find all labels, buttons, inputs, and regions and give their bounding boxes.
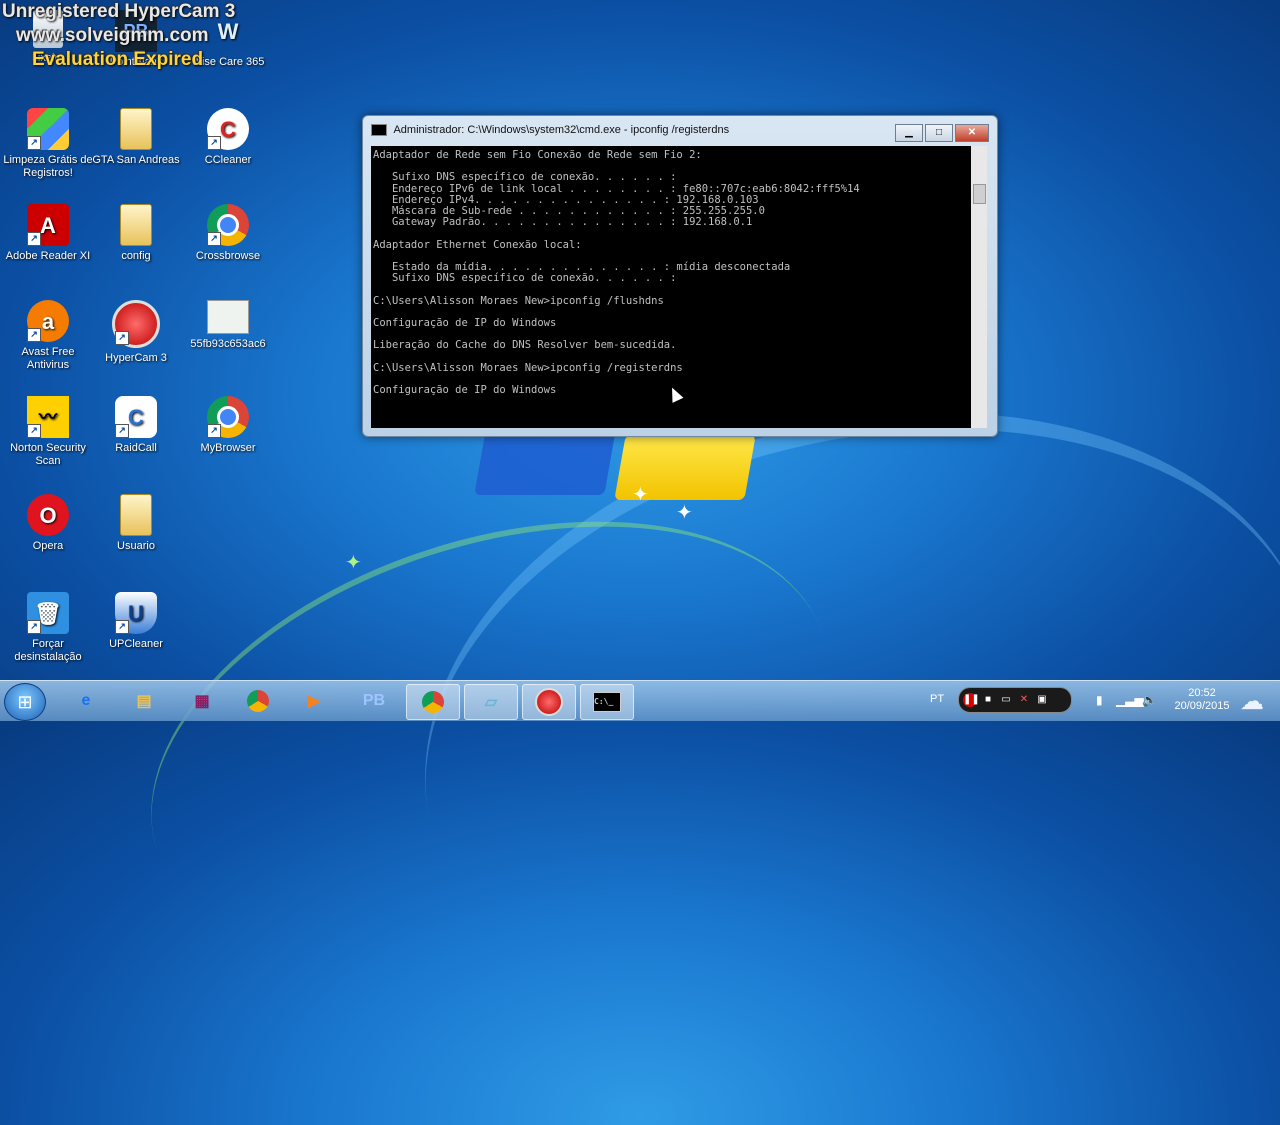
language-indicator[interactable]: PT [930, 693, 944, 705]
clock[interactable]: 20:52 20/09/2015 [1172, 687, 1232, 713]
close-button[interactable]: ✕ [955, 124, 989, 142]
windows-logo-wallpaper [474, 430, 760, 510]
sparkle-icon: ✦ [632, 484, 649, 506]
opera-icon: O [27, 494, 69, 536]
sparkle-icon: ✦ [345, 552, 362, 574]
camera-icon[interactable]: ▣ [1035, 693, 1049, 707]
media-player-icon[interactable]: ▶ [288, 684, 340, 718]
raidcall-icon: C ↗ [115, 396, 157, 438]
desktop-icon-usuario[interactable]: Usuario [88, 494, 184, 553]
maximize-button[interactable]: □ [925, 124, 953, 142]
screen-icon[interactable]: ▭ [999, 693, 1013, 707]
watermark-line2: www.solveigmm.com [16, 25, 209, 46]
desktop-icon-hypercam[interactable]: ↗ HyperCam 3 [88, 300, 184, 365]
desktop-icon-label: Adobe Reader XI [5, 250, 91, 262]
cmd-window[interactable]: Administrador: C:\Windows\system32\cmd.e… [362, 115, 998, 437]
desktop-icon-label: HyperCam 3 [105, 352, 167, 364]
signal-icon[interactable]: ▁▃▅ [1116, 693, 1144, 707]
folder-icon [120, 204, 152, 246]
taskbar: ⊞ e ▤ ▦ ▶ PB ▱ C:\_ PT ❚❚ ■ ▭ ✕ ▣ ▮ ▁▃▅ … [0, 680, 1280, 721]
close-icon[interactable]: ✕ [1017, 693, 1031, 707]
registry-cleaner-icon: ↗ [27, 108, 69, 150]
windows-start-icon[interactable]: ⊞ [4, 683, 46, 721]
cmd-titlebar[interactable]: Administrador: C:\Windows\system32\cmd.e… [371, 124, 730, 137]
notepad-icon[interactable]: ▱ [464, 684, 518, 720]
volume-icon[interactable]: 🔈 [1142, 693, 1157, 707]
cmd-window-icon [371, 124, 387, 137]
desktop-icon-forcar[interactable]: 🗑 ↗ Forçar desinstalação [0, 592, 96, 664]
minimize-button[interactable]: ▁ [895, 124, 923, 142]
cmd-icon[interactable]: C:\_ [580, 684, 634, 720]
winrar-icon[interactable]: ▦ [176, 684, 228, 718]
desktop-icon-label: Opera [32, 540, 64, 552]
desktop-icon-label: Avast Free Antivirus [21, 346, 75, 371]
desktop-icon-ccleaner[interactable]: C ↗ CCleaner [180, 108, 276, 167]
desktop-icon-label: 55fb93c653ac6 [190, 338, 266, 350]
desktop-icon-opera[interactable]: O Opera [0, 494, 96, 553]
desktop-icon-adobe[interactable]: A ↗ Adobe Reader XI [0, 204, 96, 263]
desktop-icon-image-file[interactable]: 55fb93c653ac6 [180, 300, 276, 351]
console-scrollbar[interactable] [971, 146, 987, 428]
desktop-icon-config[interactable]: config [88, 204, 184, 263]
clock-date: 20/09/2015 [1174, 700, 1230, 712]
avast-icon: a ↗ [27, 300, 69, 342]
desktop-icon-label: Limpeza Grátis de Registros! [3, 154, 93, 179]
desktop-icon-gta[interactable]: GTA San Andreas [88, 108, 184, 167]
desktop-icon-label: Usuario [117, 540, 155, 552]
folder-icon [120, 108, 152, 150]
desktop-icon-label: Forçar desinstalação [14, 638, 82, 663]
uninstall-icon: 🗑 ↗ [27, 592, 69, 634]
upcleaner-icon: U ↗ [115, 592, 157, 634]
desktop-icon-label: GTA San Andreas [92, 154, 180, 166]
console-text: Adaptador de Rede sem Fio Conexão de Red… [373, 149, 860, 397]
network-icon[interactable]: ▮ [1096, 693, 1103, 707]
explorer-folder-icon[interactable]: ▤ [118, 684, 170, 718]
desktop-icon-mybrowser[interactable]: ↗ MyBrowser [180, 396, 276, 455]
clock-time: 20:52 [1188, 687, 1216, 699]
norton-icon: 〰 ↗ [27, 396, 69, 438]
desktop-icon-limpeza[interactable]: ↗ Limpeza Grátis de Registros! [0, 108, 96, 180]
scrollbar-thumb[interactable] [973, 184, 986, 204]
desktop-icon-raidcall[interactable]: C ↗ RaidCall [88, 396, 184, 455]
image-file-icon [207, 300, 249, 334]
sparkle-icon: ✦ [676, 502, 693, 524]
internet-explorer-icon[interactable]: e [60, 684, 112, 718]
watermark-line3: Evaluation Expired [32, 49, 204, 70]
cmd-title: Administrador: C:\Windows\system32\cmd.e… [393, 124, 730, 136]
hypercam-watermark: Unregistered HyperCam 3 www.solveigmm.co… [2, 0, 235, 72]
desktop-icon-label: Norton Security Scan [10, 442, 86, 467]
desktop-icon-label: config [121, 250, 151, 262]
hypercam-recording-controls: ❚❚ ■ ▭ ✕ ▣ [958, 687, 1072, 713]
chrome-icon[interactable] [232, 684, 284, 718]
desktop-icon-upcleaner[interactable]: U ↗ UPCleaner [88, 592, 184, 651]
hypercam-icon[interactable] [522, 684, 576, 720]
desktop-icon-label: MyBrowser [200, 442, 256, 454]
weather-cloud-icon[interactable]: ☁ [1240, 687, 1264, 716]
window-controls: ▁ □ ✕ [893, 124, 989, 142]
desktop-icon-crossbrowse[interactable]: ↗ Crossbrowse [180, 204, 276, 263]
stop-icon[interactable]: ■ [981, 693, 995, 707]
desktop-icon-label: UPCleaner [109, 638, 163, 650]
chrome-icon: ↗ [207, 396, 249, 438]
hypercam-icon: ↗ [112, 300, 160, 348]
desktop-icon-label: CCleaner [204, 154, 252, 166]
desktop-icon-label: RaidCall [115, 442, 157, 454]
ccleaner-icon: C ↗ [207, 108, 249, 150]
desktop-icon-avast[interactable]: a ↗ Avast Free Antivirus [0, 300, 96, 372]
pointblank-icon[interactable]: PB [348, 684, 400, 718]
chrome-icon: ↗ [207, 204, 249, 246]
watermark-line1: Unregistered HyperCam 3 [2, 1, 236, 22]
desktop-icon-label: Crossbrowse [195, 250, 261, 262]
adobe-reader-icon: A ↗ [27, 204, 69, 246]
folder-icon [120, 494, 152, 536]
pause-icon[interactable]: ❚❚ [963, 693, 980, 707]
desktop-icon-norton[interactable]: 〰 ↗ Norton Security Scan [0, 396, 96, 468]
chrome-icon[interactable] [406, 684, 460, 720]
console-output[interactable]: Adaptador de Rede sem Fio Conexão de Red… [371, 146, 971, 428]
